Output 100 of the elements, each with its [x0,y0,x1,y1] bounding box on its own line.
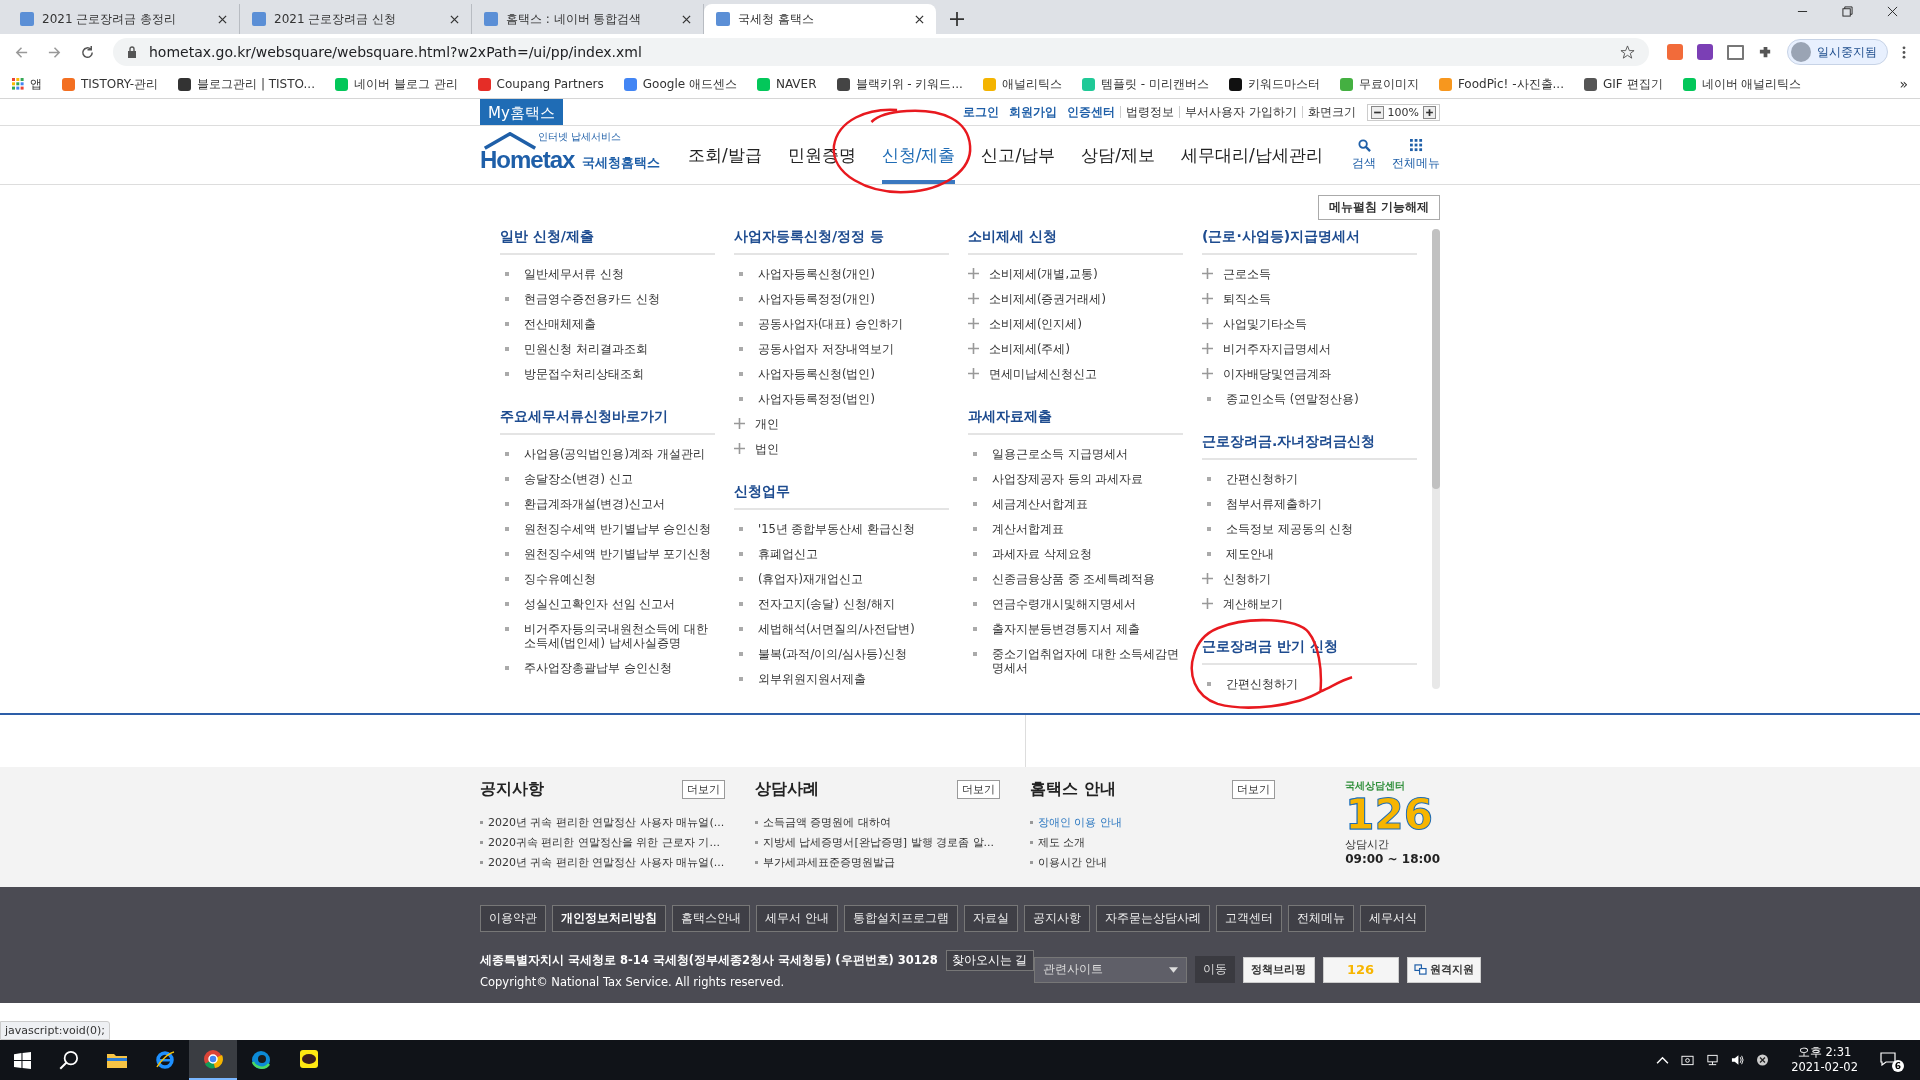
menu-item[interactable]: 퇴직소득 [1202,286,1417,311]
utility-link[interactable]: 인증센터 [1061,106,1120,118]
puzzle-icon[interactable] [1758,44,1773,60]
bookmark[interactable]: 템플릿 - 미리캔버스 [1081,75,1209,93]
menu-item[interactable]: 소비제세(주세) [968,336,1183,361]
address-bar[interactable]: hometax.go.kr/websquare/websquare.html?w2xPath=/ui/pp/index.xml [113,38,1649,66]
windows-start-icon[interactable] [14,1051,31,1069]
menu-item[interactable]: 면세미납세신청신고 [968,361,1183,386]
menu-item[interactable]: 소비제세(증권거래세) [968,286,1183,311]
network-icon[interactable] [1706,1054,1720,1066]
menu-item[interactable]: 주사업장총괄납부 승인신청 [500,655,715,680]
nav-tab[interactable]: 상담/제보 [1081,126,1155,184]
close-icon[interactable] [915,14,924,24]
directions-button[interactable]: 찾아오시는 길 [945,950,1034,971]
zoom-in-button[interactable] [1423,105,1436,119]
menu-item[interactable]: 소득정보 제공동의 신청 [1202,516,1417,541]
menu-item[interactable]: 현금영수증전용카드 신청 [500,286,715,311]
menu-item[interactable]: 전자고지(송달) 신청/해지 [734,591,949,616]
menu-item[interactable]: 세금계산서합계표 [968,491,1183,516]
menu-item[interactable]: (휴업자)재개업신고 [734,566,949,591]
menu-item[interactable]: 공동사업자 저장내역보기 [734,336,949,361]
menu-item[interactable]: 소비제세(인지세) [968,311,1183,336]
zoom-out-button[interactable] [1370,105,1384,119]
close-icon[interactable] [1887,5,1898,17]
menu-item[interactable]: '15년 종합부동산세 환급신청 [734,516,949,541]
menu-item[interactable]: 소비제세(개별,교통) [968,261,1183,286]
bookmark[interactable]: 네이버 블로그 관리 [334,75,458,93]
hometax-logo[interactable]: 인터넷 납세서비스 Hometax 국세청홈택스 [480,132,660,178]
menu-item[interactable]: 징수유예신청 [500,566,715,591]
menu-item[interactable]: 이자배당및연금계좌 [1202,361,1417,386]
nav-tab[interactable]: 신청/제출 [881,126,956,184]
menu-item[interactable]: 간편신청하기 [1202,671,1417,696]
utility-link[interactable]: 로그인 [957,106,1004,118]
browser-e-icon[interactable] [155,1050,175,1070]
browser-tab[interactable]: 홈택스 : 네이버 통합검색 [472,4,704,34]
footer-link[interactable]: 자주묻는상담사례 [1095,905,1210,932]
board-link[interactable]: 이용시간 안내 [1038,854,1108,870]
menu-item[interactable]: 사업및기타소득 [1202,311,1417,336]
bookmark[interactable]: 애널리틱스 [982,75,1062,93]
menu-toggle-button[interactable]: 메뉴펼침 기능해제 [1317,195,1440,220]
menu-item[interactable]: 민원신청 처리결과조회 [500,336,715,361]
menu-icon[interactable] [1902,44,1906,60]
board-link[interactable]: 장애인 이용 안내 [1038,814,1122,830]
bookmark[interactable]: 키워드마스터 [1228,75,1320,93]
reload-icon[interactable] [80,44,95,60]
menu-item[interactable]: 신청하기 [1202,566,1417,591]
menu-item[interactable]: 공동사업자(대표) 승인하기 [734,311,949,336]
menu-item[interactable]: 법인 [734,436,949,461]
footer-link[interactable]: 자료실 [963,905,1018,932]
more-button[interactable]: 더보기 [682,780,725,799]
bookmark[interactable]: TISTORY-관리 [62,75,159,93]
camera-icon[interactable] [1681,1054,1695,1066]
menu-item[interactable]: 불복(과적/이의/심사등)신청 [734,641,949,666]
more-button[interactable]: 더보기 [957,780,1000,799]
bookmark[interactable]: Google 애드센스 [623,75,737,93]
close-icon[interactable] [682,14,691,24]
utility-link[interactable]: 부서사용자 가입하기 [1178,106,1302,118]
menu-item[interactable]: 사업자등록신청(개인) [734,261,949,286]
more-bookmarks-button[interactable]: » [1899,76,1908,92]
bookmark[interactable]: 블로그관리 | TISTO... [178,75,315,93]
menu-item[interactable]: 연금수령개시및해지명세서 [968,591,1183,616]
menu-item[interactable]: 전산매체제출 [500,311,715,336]
browser-tab[interactable]: 2021 근로장려금 신청 [240,4,472,34]
menu-item[interactable]: 비거주자지급명세서 [1202,336,1417,361]
search-button[interactable]: 검색 [1352,138,1376,172]
my-hometax-button[interactable]: My홈택스 [480,99,563,125]
nav-tab[interactable]: 세무대리/납세관리 [1180,126,1323,184]
menu-item[interactable]: 첨부서류제출하기 [1202,491,1417,516]
nav-tab[interactable]: 신고/납부 [981,126,1056,184]
menu-item[interactable]: 간편신청하기 [1202,466,1417,491]
menu-item[interactable]: 성실신고확인자 선임 신고서 [500,591,715,616]
close-icon[interactable] [450,14,459,24]
bookmark[interactable]: Coupang Partners [477,77,604,91]
all-menu-button[interactable]: 전체메뉴 [1392,138,1440,172]
menu-item[interactable]: 종교인소득 (연말정산용) [1202,386,1417,411]
menu-item[interactable]: 외부위원지원서제출 [734,666,949,691]
menu-item[interactable]: 신종금융상품 중 조세특례적용 [968,566,1183,591]
related-sites-select[interactable]: 관련사이트 [1033,956,1187,983]
menu-item[interactable]: 근로소득 [1202,261,1417,286]
chrome-taskbar-button[interactable] [189,1040,237,1080]
menu-item[interactable]: 사업자등록신청(법인) [734,361,949,386]
menu-item[interactable]: 일용근로소득 지급명세서 [968,441,1183,466]
board-link[interactable]: 2020귀속 편리한 연말정산을 위한 근로자 기... [488,834,720,850]
footer-link[interactable]: 고객센터 [1215,905,1282,932]
board-link[interactable]: 제도 소개 [1038,834,1086,850]
star-icon[interactable] [1620,44,1635,60]
bookmark[interactable]: 네이버 애널리틱스 [1682,75,1802,93]
menu-item[interactable]: 출자지분등변경통지서 제출 [968,616,1183,641]
utility-link[interactable]: 법령정보 [1119,106,1179,118]
menu-item[interactable]: 원천징수세액 반기별납부 포기신청 [500,541,715,566]
menu-item[interactable]: 사업용(공익법인용)계좌 개설관리 [500,441,715,466]
chevron-up-icon[interactable] [1656,1054,1670,1066]
bookmark[interactable]: FoodPic! -사진출... [1438,75,1564,93]
close-icon[interactable] [218,14,227,24]
bookmark[interactable]: GIF 편집기 [1583,75,1663,93]
profile-button[interactable]: 일시중지됨 [1787,39,1888,65]
bookmark[interactable]: 블랙키위 - 키워드... [836,75,963,93]
menu-item[interactable]: 세법해석(서면질의/사전답변) [734,616,949,641]
browser-tab[interactable]: 2021 근로장려금 총정리 [8,4,240,34]
footer-link[interactable]: 전체메뉴 [1287,905,1354,932]
